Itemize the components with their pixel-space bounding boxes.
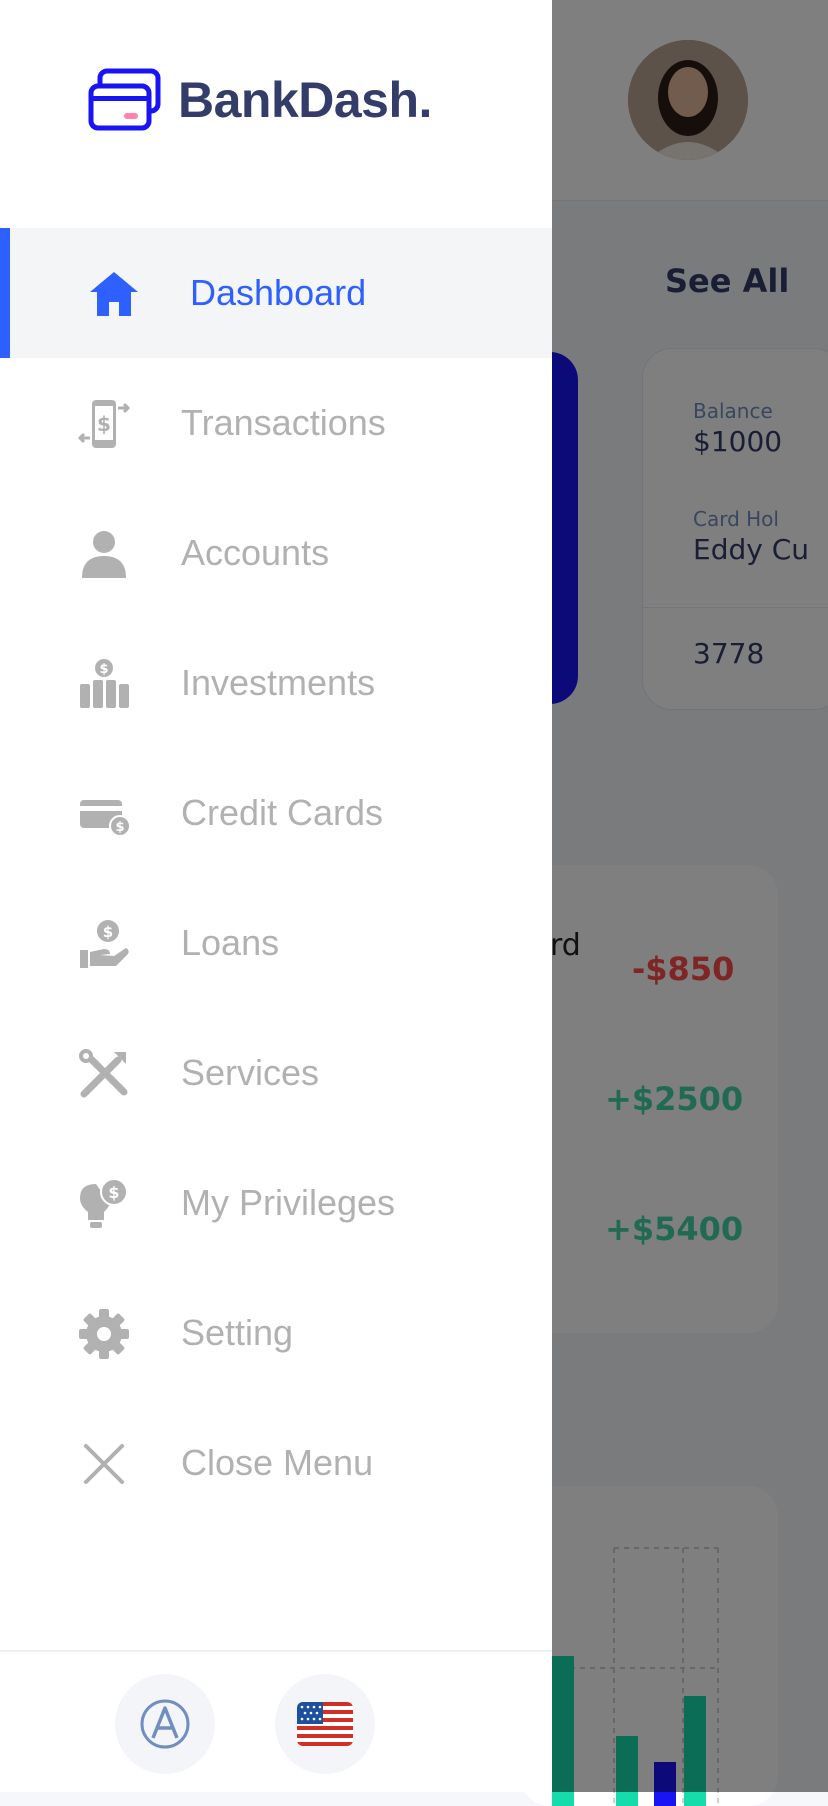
svg-text:$: $ (108, 1183, 119, 1202)
menu-item-dashboard[interactable]: Dashboard (0, 228, 552, 358)
menu-item-label: Dashboard (190, 272, 367, 313)
cards-logo-icon (88, 68, 161, 131)
settings-gear-icon (78, 1308, 130, 1360)
privilege-lightbulb-icon: $ (78, 1178, 130, 1230)
accessibility-icon (140, 1699, 190, 1749)
menu-item-services[interactable]: Services (0, 1008, 552, 1138)
close-icon (78, 1438, 130, 1490)
menu-item-label: Loans (181, 922, 280, 963)
menu-item-label: My Privileges (181, 1182, 396, 1223)
us-flag-icon (297, 1702, 353, 1746)
drawer-footer (0, 1650, 552, 1794)
brand-logo[interactable]: BankDash. (88, 68, 432, 132)
user-icon (78, 528, 130, 580)
menu-item-label: Transactions (181, 402, 386, 443)
menu-item-credit-cards[interactable]: $ Credit Cards (0, 748, 552, 878)
menu-item-setting[interactable]: Setting (0, 1268, 552, 1398)
accessibility-button[interactable] (115, 1674, 215, 1774)
menu-item-label: Close Menu (181, 1442, 374, 1483)
main-menu: Dashboard $ Transactions Accounts $ Inve… (0, 228, 552, 1528)
svg-text:$: $ (115, 820, 124, 835)
menu-item-label: Services (181, 1052, 320, 1093)
menu-item-label: Accounts (181, 532, 330, 573)
menu-item-my-privileges[interactable]: $ My Privileges (0, 1138, 552, 1268)
loan-icon: $ (78, 918, 130, 970)
svg-text:$: $ (97, 412, 111, 436)
svg-text:$: $ (103, 923, 113, 941)
navigation-drawer: BankDash. Dashboard $ Transactions Accou… (0, 0, 552, 1792)
menu-item-label: Investments (181, 662, 376, 703)
menu-item-investments[interactable]: $ Investments (0, 618, 552, 748)
menu-item-label: Credit Cards (181, 792, 384, 833)
menu-item-close-menu[interactable]: Close Menu (0, 1398, 552, 1528)
menu-item-loans[interactable]: $ Loans (0, 878, 552, 1008)
menu-item-accounts[interactable]: Accounts (0, 488, 552, 618)
active-indicator (0, 228, 10, 358)
menu-item-label: Setting (181, 1312, 294, 1353)
credit-card-icon: $ (78, 788, 130, 840)
economic-investment-icon: $ (78, 658, 130, 710)
transfer-icon: $ (78, 398, 130, 450)
menu-item-transactions[interactable]: $ Transactions (0, 358, 552, 488)
service-tools-icon (78, 1048, 130, 1100)
home-icon (88, 268, 140, 320)
brand-name: BankDash. (178, 72, 432, 128)
language-button[interactable] (275, 1674, 375, 1774)
svg-text:$: $ (99, 662, 108, 677)
